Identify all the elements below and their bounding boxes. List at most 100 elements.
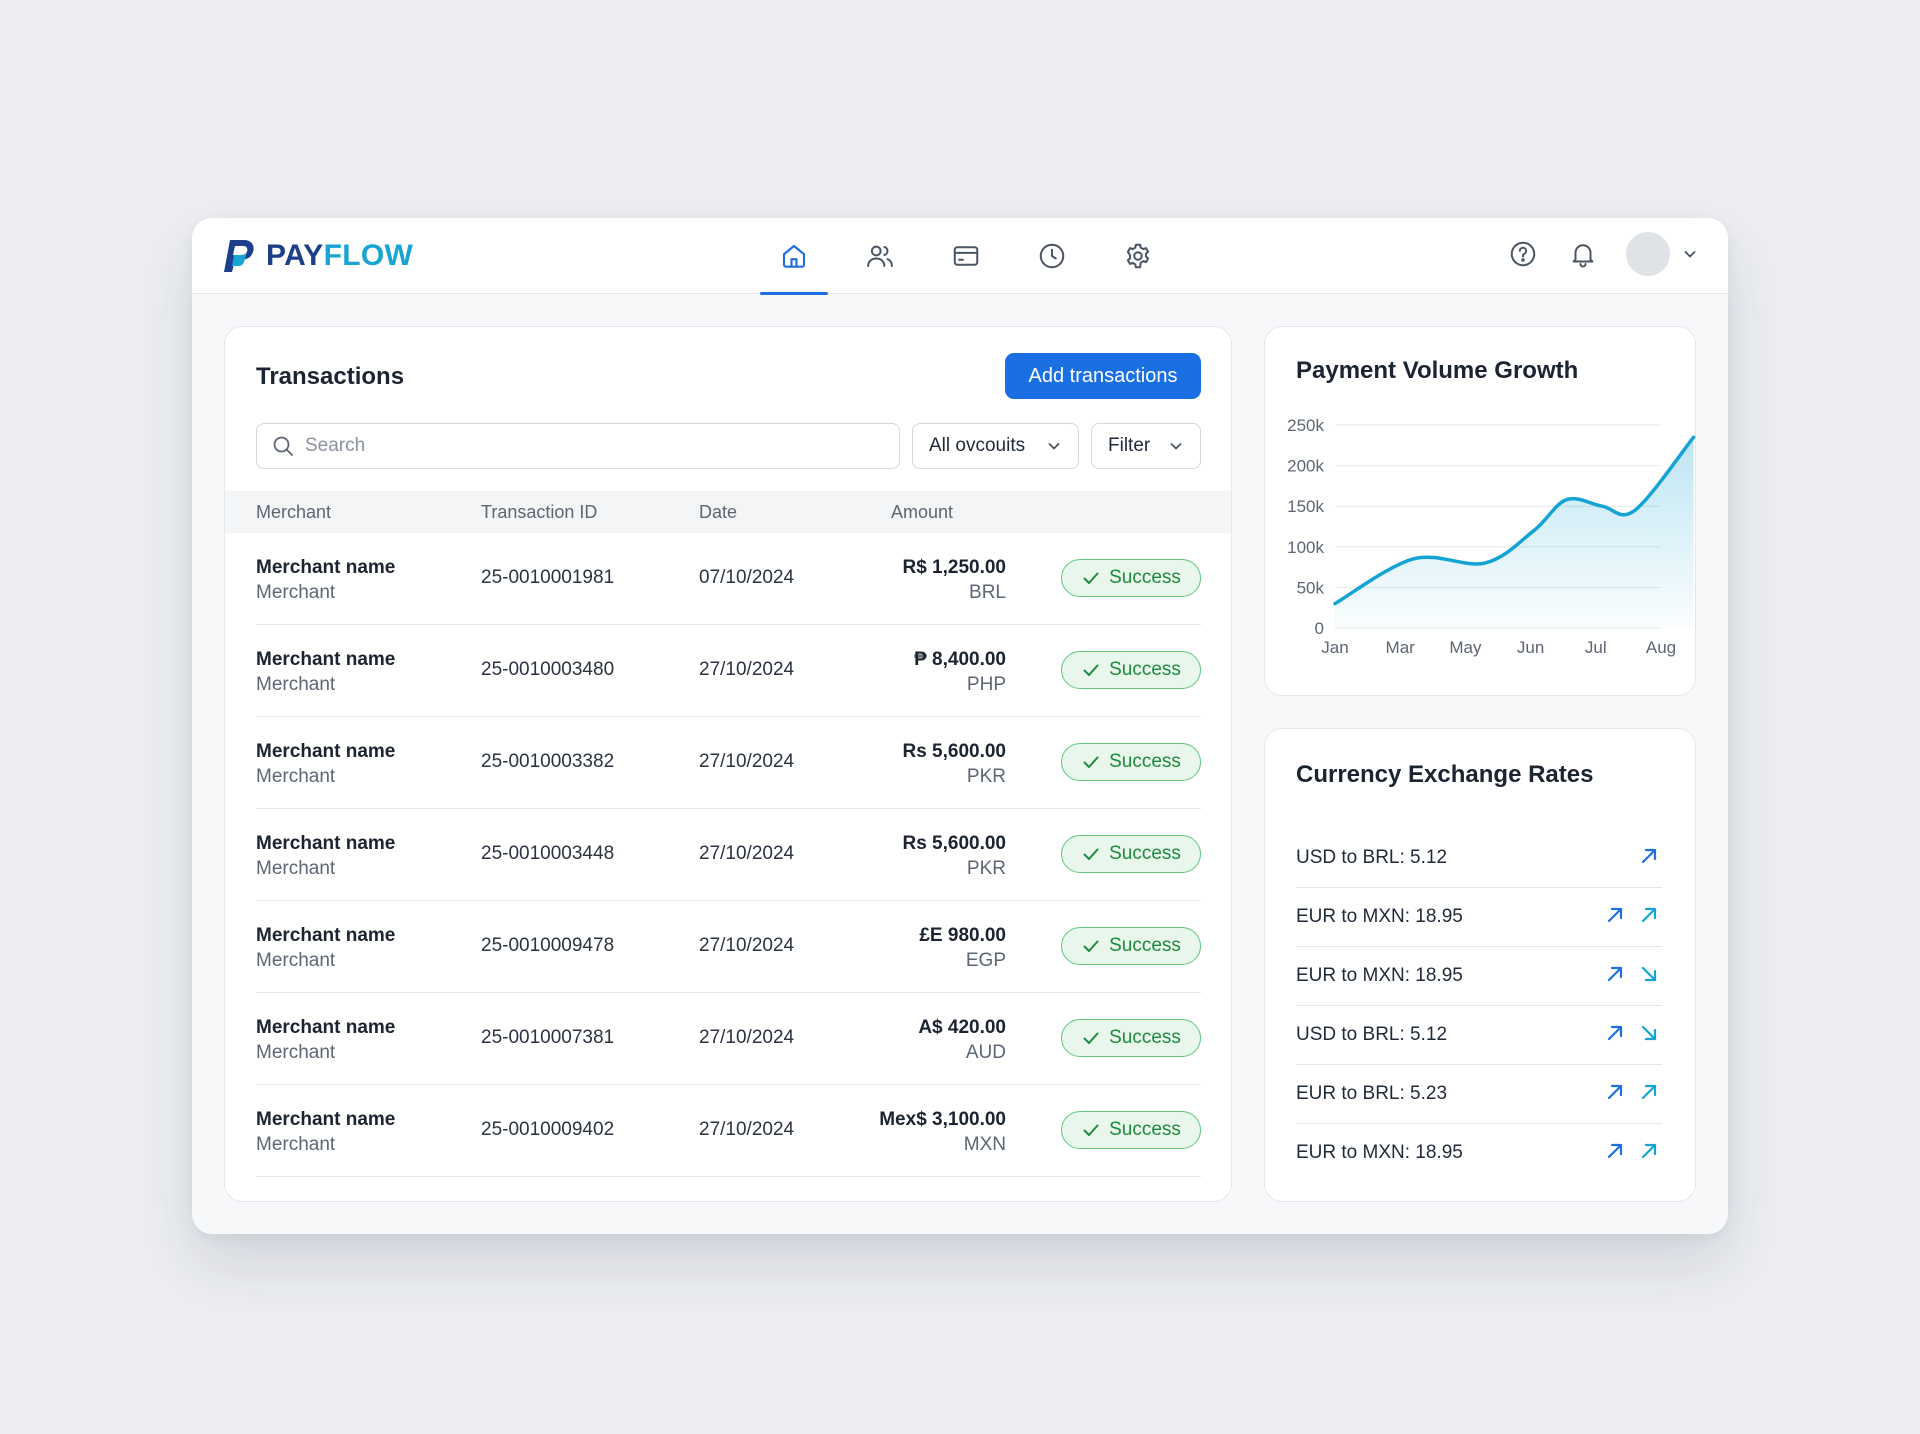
y-tick-label: 150k bbox=[1287, 497, 1324, 516]
status-badge: Success bbox=[1061, 927, 1201, 965]
rate-item[interactable]: USD to BRL: 5.12 bbox=[1296, 1006, 1662, 1065]
transaction-date: 27/10/2024 bbox=[699, 659, 795, 680]
arrow-up-right-icon bbox=[1602, 1020, 1628, 1046]
nav-history[interactable] bbox=[1018, 218, 1086, 294]
y-tick-label: 200k bbox=[1287, 457, 1324, 476]
chevron-down-icon bbox=[1048, 443, 1060, 450]
merchant-cell: Merchant name Merchant bbox=[256, 831, 395, 881]
merchant-cell: Merchant name Merchant bbox=[256, 739, 395, 789]
rate-item[interactable]: EUR to MXN: 18.95 bbox=[1296, 888, 1662, 947]
merchant-cell: Merchant name Merchant bbox=[256, 1107, 395, 1157]
filter-dropdown[interactable]: Filter bbox=[1091, 423, 1201, 469]
nav-home[interactable] bbox=[760, 218, 828, 295]
currency-code: AUD bbox=[965, 1042, 1006, 1063]
column-header-transaction-id[interactable]: Transaction ID bbox=[481, 491, 597, 533]
main-nav bbox=[760, 218, 1172, 295]
table-row[interactable]: Merchant name Merchant 25-0010007381 27/1… bbox=[256, 993, 1201, 1085]
x-tick-label: Jan bbox=[1321, 638, 1348, 657]
table-row[interactable]: Merchant name Merchant 25-0010003448 27/1… bbox=[256, 809, 1201, 901]
notifications-button[interactable] bbox=[1566, 237, 1600, 271]
check-icon bbox=[1083, 1124, 1099, 1136]
status-label: Success bbox=[1109, 1119, 1181, 1140]
rate-item[interactable]: USD to BRL: 5.12 bbox=[1296, 829, 1662, 888]
trend-arrows bbox=[1602, 1020, 1662, 1046]
accounts-dropdown-label: All ovcouits bbox=[929, 435, 1026, 456]
arrow-up-right-icon bbox=[1636, 902, 1662, 928]
add-transactions-button[interactable]: Add transactions bbox=[1005, 353, 1201, 399]
transaction-date: 27/10/2024 bbox=[699, 1027, 795, 1048]
nav-users[interactable] bbox=[846, 218, 914, 294]
nav-settings[interactable] bbox=[1104, 218, 1172, 294]
avatar bbox=[1626, 232, 1670, 276]
help-button[interactable] bbox=[1506, 237, 1540, 271]
amount-cell: A$ 420.00 AUD bbox=[918, 1015, 1006, 1065]
status-badge: Success bbox=[1061, 1019, 1201, 1057]
table-row[interactable]: Merchant name Merchant 25-0010001981 07/1… bbox=[256, 533, 1201, 625]
table-row[interactable]: Merchant name Merchant 25-0010009402 27/1… bbox=[256, 1085, 1201, 1177]
search-box[interactable] bbox=[256, 423, 900, 469]
table-row[interactable]: Merchant name Merchant 25-0010009478 27/1… bbox=[256, 901, 1201, 993]
amount-cell: ₱ 8,400.00 PHP bbox=[914, 647, 1006, 697]
rates-list: USD to BRL: 5.12 EUR to MXN: 18.95 EUR t… bbox=[1296, 829, 1662, 1183]
trend-arrows bbox=[1602, 902, 1662, 928]
transactions-table-body: Merchant name Merchant 25-0010001981 07/1… bbox=[256, 533, 1201, 1177]
top-bar: PAYFLOW bbox=[192, 218, 1728, 295]
amount-cell: R$ 1,250.00 BRL bbox=[902, 555, 1006, 605]
arrow-up-right-icon bbox=[1602, 961, 1628, 987]
transaction-id: 25-0010003480 bbox=[481, 659, 615, 680]
amount-value: ₱ 8,400.00 bbox=[914, 649, 1006, 670]
clock-icon bbox=[1039, 243, 1065, 269]
card-icon bbox=[953, 246, 979, 266]
status-label: Success bbox=[1109, 567, 1181, 588]
arrow-up-right-icon bbox=[1602, 902, 1628, 928]
table-row[interactable]: Merchant name Merchant 25-0010003382 27/1… bbox=[256, 717, 1201, 809]
transaction-id: 25-0010003382 bbox=[481, 751, 615, 772]
amount-cell: Rs 5,600.00 PKR bbox=[902, 739, 1006, 789]
chevron-down-icon bbox=[1170, 443, 1182, 450]
y-tick-label: 100k bbox=[1287, 538, 1324, 557]
transaction-date: 07/10/2024 bbox=[699, 567, 795, 588]
arrow-down-right-icon bbox=[1636, 1020, 1662, 1046]
merchant-type: Merchant bbox=[256, 674, 336, 695]
logo[interactable]: PAYFLOW bbox=[222, 238, 413, 274]
status-badge: Success bbox=[1061, 559, 1201, 597]
payment-volume-card: Payment Volume Growth 0 50k 100k 150k 200k 25… bbox=[1264, 326, 1696, 696]
transaction-date: 27/10/2024 bbox=[699, 935, 795, 956]
merchant-name: Merchant name bbox=[256, 1109, 396, 1130]
rate-item[interactable]: EUR to BRL: 5.23 bbox=[1296, 1065, 1662, 1124]
accounts-dropdown[interactable]: All ovcouits bbox=[912, 423, 1079, 469]
trend-arrows bbox=[1602, 961, 1662, 987]
nav-cards[interactable] bbox=[932, 218, 1000, 294]
merchant-name: Merchant name bbox=[256, 557, 396, 578]
merchant-cell: Merchant name Merchant bbox=[256, 923, 395, 973]
merchant-cell: Merchant name Merchant bbox=[256, 1015, 395, 1065]
rate-item[interactable]: EUR to MXN: 18.95 bbox=[1296, 947, 1662, 1006]
amount-cell: Mex$ 3,100.00 MXN bbox=[879, 1107, 1006, 1157]
arrow-down-right-icon bbox=[1636, 961, 1662, 987]
payflow-logo-icon bbox=[224, 240, 254, 272]
merchant-type: Merchant bbox=[256, 858, 336, 879]
table-row[interactable]: Merchant name Merchant 25-0010003480 27/1… bbox=[256, 625, 1201, 717]
status-badge: Success bbox=[1061, 651, 1201, 689]
column-header-date[interactable]: Date bbox=[699, 491, 737, 533]
rate-label: EUR to BRL: 5.23 bbox=[1296, 1083, 1448, 1104]
user-menu[interactable] bbox=[1626, 232, 1698, 276]
column-header-amount[interactable]: Amount bbox=[891, 491, 953, 533]
currency-code: BRL bbox=[969, 582, 1006, 603]
rate-item[interactable]: EUR to MXN: 18.95 bbox=[1296, 1124, 1662, 1183]
merchant-name: Merchant name bbox=[256, 741, 396, 762]
arrow-up-right-icon bbox=[1602, 1079, 1628, 1105]
merchant-type: Merchant bbox=[256, 766, 336, 787]
x-tick-label: May bbox=[1449, 638, 1482, 657]
transaction-date: 27/10/2024 bbox=[699, 751, 795, 772]
column-header-merchant[interactable]: Merchant bbox=[256, 491, 331, 533]
filter-dropdown-label: Filter bbox=[1108, 435, 1151, 456]
transaction-id: 25-0010009402 bbox=[481, 1119, 615, 1140]
transaction-date: 27/10/2024 bbox=[699, 843, 795, 864]
check-icon bbox=[1083, 664, 1099, 676]
x-tick-label: Jul bbox=[1585, 638, 1607, 657]
status-label: Success bbox=[1109, 843, 1181, 864]
search-input[interactable] bbox=[305, 435, 865, 457]
x-tick-label: Aug bbox=[1646, 638, 1676, 657]
amount-value: A$ 420.00 bbox=[918, 1017, 1006, 1038]
